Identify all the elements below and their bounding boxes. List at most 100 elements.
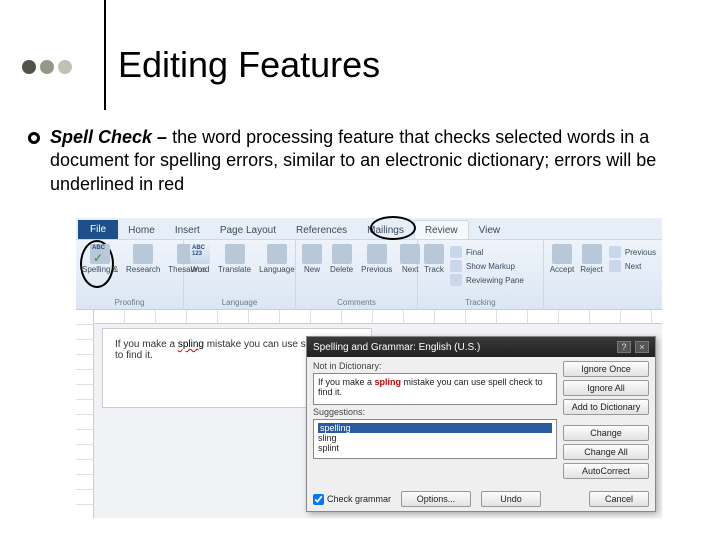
prev-comment-icon [367, 244, 387, 264]
accept-icon [552, 244, 572, 264]
group-tracking: Track Final Show Markup Reviewing Pane T… [418, 240, 544, 310]
dialog-titlebar: Spelling and Grammar: English (U.S.) ? × [307, 337, 655, 357]
add-to-dictionary-button[interactable]: Add to Dictionary [563, 399, 649, 415]
prev-change-button[interactable]: Previous [609, 246, 656, 258]
language-label: Language [259, 265, 295, 274]
translate-icon [225, 244, 245, 264]
close-icon[interactable]: × [635, 341, 649, 353]
translate-label: Translate [218, 265, 251, 274]
dlg-sent-a: If you make a [318, 377, 375, 387]
suggestions-label: Suggestions: [313, 407, 557, 417]
tab-review[interactable]: Review [414, 220, 469, 239]
tab-insert[interactable]: Insert [165, 221, 210, 239]
markup-icon [450, 260, 462, 272]
prev-icon [609, 246, 621, 258]
prev-comment-button[interactable]: Previous [361, 244, 392, 274]
options-button[interactable]: Options... [401, 491, 471, 507]
show-markup-dropdown[interactable]: Show Markup [450, 260, 524, 272]
not-in-dictionary-box[interactable]: If you make a spling mistake you can use… [313, 373, 557, 405]
count-123: 123 [192, 251, 202, 257]
group-comments: New Delete Previous Next Commen [296, 240, 418, 310]
word-count-icon: 123 [190, 244, 210, 264]
misspelled-word: spling [178, 339, 204, 350]
track-changes-button[interactable]: Track [424, 244, 444, 286]
word-count-button[interactable]: 123 Word [190, 244, 210, 274]
dialog-title-text: Spelling and Grammar: English (U.S.) [313, 342, 480, 353]
accept-button[interactable]: Accept [550, 244, 574, 274]
reject-label: Reject [580, 265, 603, 274]
check-grammar-input[interactable] [313, 494, 324, 505]
word-ribbon: File Home Insert Page Layout References … [76, 218, 662, 310]
group-label-changes [550, 307, 656, 308]
next-icon [609, 260, 621, 272]
display-mode-dropdown[interactable]: Final [450, 246, 524, 258]
tab-references[interactable]: References [286, 221, 357, 239]
research-button[interactable]: Research [126, 244, 160, 274]
new-comment-icon [302, 244, 322, 264]
tab-page-layout[interactable]: Page Layout [210, 221, 286, 239]
next-change-label: Next [625, 262, 641, 271]
deco-dot [58, 60, 72, 74]
doc-icon [450, 246, 462, 258]
suggestion-item[interactable]: sling [318, 433, 552, 443]
help-icon[interactable]: ? [617, 341, 631, 353]
group-label-language: Language [190, 298, 289, 308]
check-grammar-label: Check grammar [327, 494, 391, 504]
change-all-button[interactable]: Change All [563, 444, 649, 460]
reject-button[interactable]: Reject [580, 244, 603, 274]
group-changes: Accept Reject Previous Next [544, 240, 662, 310]
group-label-tracking: Tracking [424, 298, 537, 308]
bullet-text: Spell Check – the word processing featur… [50, 126, 670, 196]
bullet-term: Spell Check – [50, 127, 167, 147]
tab-home[interactable]: Home [118, 221, 165, 239]
embedded-screenshot: File Home Insert Page Layout References … [76, 218, 662, 518]
delete-comment-button[interactable]: Delete [330, 244, 353, 274]
deco-dot [22, 60, 36, 74]
bullet-marker [28, 132, 40, 144]
suggestion-item[interactable]: spelling [318, 423, 552, 433]
check-grammar-checkbox[interactable]: Check grammar [313, 494, 391, 505]
new-comment-label: New [304, 265, 320, 274]
reviewing-pane-dropdown[interactable]: Reviewing Pane [450, 274, 524, 286]
tab-view[interactable]: View [469, 221, 511, 239]
tab-mailings[interactable]: Mailings [357, 221, 414, 239]
accept-label: Accept [550, 265, 574, 274]
track-label: Track [424, 265, 444, 274]
spelling-grammar-dialog: Spelling and Grammar: English (U.S.) ? ×… [306, 336, 656, 512]
change-button[interactable]: Change [563, 425, 649, 441]
spelling-grammar-button[interactable]: Spelling & [82, 244, 118, 274]
final-label: Final [466, 248, 483, 257]
next-change-button[interactable]: Next [609, 260, 656, 272]
deco-dot [40, 60, 54, 74]
word-count-label: Word [191, 265, 210, 274]
translate-button[interactable]: Translate [218, 244, 251, 274]
undo-button[interactable]: Undo [481, 491, 541, 507]
ignore-all-button[interactable]: Ignore All [563, 380, 649, 396]
cancel-button[interactable]: Cancel [589, 491, 649, 507]
spelling-label: Spelling & [82, 265, 118, 274]
autocorrect-button[interactable]: AutoCorrect [563, 463, 649, 479]
delete-comment-label: Delete [330, 265, 353, 274]
document-area: If you make a spling mistake you can use… [76, 310, 662, 518]
language-button[interactable]: Language [259, 244, 295, 274]
ignore-once-button[interactable]: Ignore Once [563, 361, 649, 377]
reject-icon [582, 244, 602, 264]
pane-icon [450, 274, 462, 286]
vertical-ruler [76, 310, 94, 518]
reviewing-pane-label: Reviewing Pane [466, 276, 524, 285]
research-label: Research [126, 265, 160, 274]
not-in-dictionary-label: Not in Dictionary: [313, 361, 557, 371]
suggestions-listbox[interactable]: spelling sling splint [313, 419, 557, 459]
group-language: 123 Word Translate Language Language [184, 240, 296, 310]
doc-text: If you make a [115, 339, 178, 350]
research-icon [133, 244, 153, 264]
suggestion-item[interactable]: splint [318, 443, 552, 453]
track-icon [424, 244, 444, 264]
ribbon-tabs: File Home Insert Page Layout References … [76, 218, 662, 240]
next-comment-label: Next [402, 265, 418, 274]
delete-comment-icon [332, 244, 352, 264]
prev-change-label: Previous [625, 248, 656, 257]
tab-file[interactable]: File [78, 220, 118, 239]
header-vertical-rule [104, 0, 106, 110]
new-comment-button[interactable]: New [302, 244, 322, 274]
